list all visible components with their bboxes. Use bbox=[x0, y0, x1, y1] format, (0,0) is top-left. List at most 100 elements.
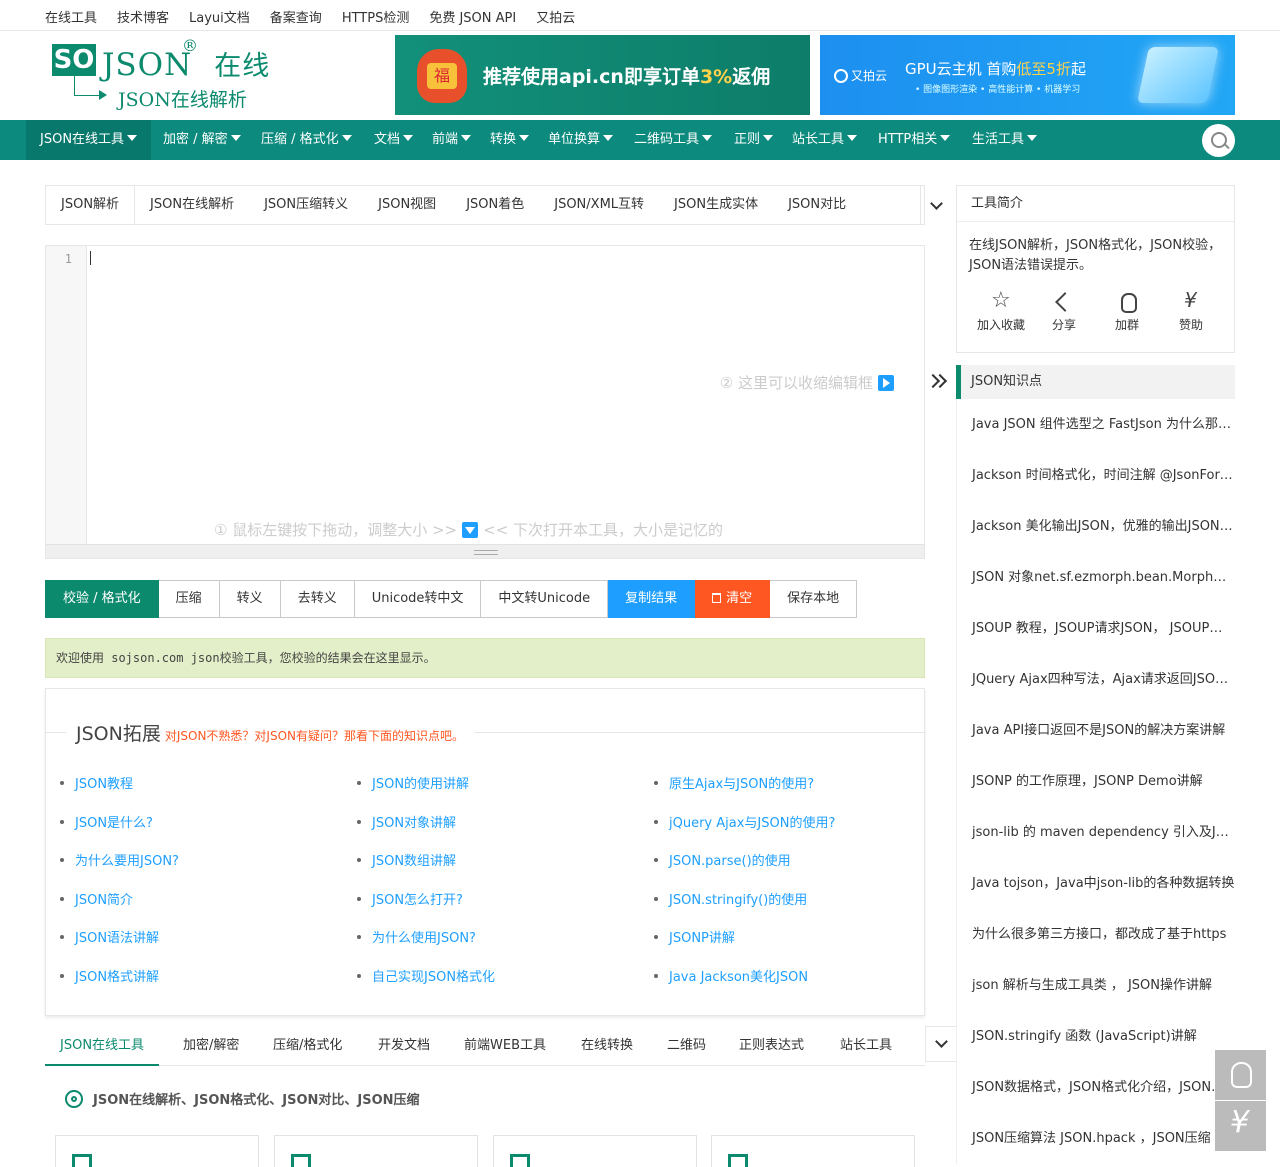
top-link-api[interactable]: 免费 JSON API bbox=[429, 7, 516, 26]
tool-card[interactable] bbox=[711, 1135, 915, 1167]
save-local-button[interactable]: 保存本地 bbox=[770, 580, 858, 618]
tab-json-compare[interactable]: JSON对比 bbox=[773, 186, 861, 224]
collapse-editor-button[interactable] bbox=[928, 373, 948, 391]
escape-button[interactable]: 转义 bbox=[219, 580, 281, 618]
cat-tab-qrcode[interactable]: 二维码 bbox=[667, 1026, 706, 1066]
list-item[interactable]: 为什么很多第三方接口，都改成了基于https bbox=[956, 909, 1235, 960]
list-item[interactable]: JSON怎么打开? bbox=[357, 889, 495, 928]
top-link-https[interactable]: HTTPS检测 bbox=[342, 7, 410, 26]
list-item[interactable]: JSON语法讲解 bbox=[60, 927, 179, 966]
list-item[interactable]: 为什么使用JSON? bbox=[357, 927, 495, 966]
join-group-button[interactable]: 加群 bbox=[1095, 292, 1159, 333]
top-link-layui[interactable]: Layui文档 bbox=[189, 7, 250, 26]
share-icon bbox=[1054, 292, 1074, 312]
list-item[interactable]: Jackson 时间格式化，时间注解 @JsonFormat 用法 bbox=[956, 450, 1235, 501]
list-item[interactable]: JSON简介 bbox=[60, 889, 179, 928]
list-item[interactable]: JSON是什么? bbox=[60, 812, 179, 851]
resize-handle[interactable] bbox=[46, 544, 924, 558]
list-item[interactable]: Java Jackson美化JSON bbox=[654, 966, 835, 1005]
list-item[interactable]: JSOUP 教程，JSOUP请求JSON， JSOUP获取JSON bbox=[956, 603, 1235, 654]
list-item[interactable]: JSON.stringify()的使用 bbox=[654, 889, 835, 928]
json-editor[interactable]: 1 ② 这里可以收缩编辑框 ① 鼠标左键按下拖动，调整大小 >> << 下次打开本… bbox=[45, 245, 925, 559]
copy-result-button[interactable]: 复制结果 bbox=[608, 580, 696, 618]
nav-convert[interactable]: 转换 bbox=[490, 120, 530, 160]
nav-http[interactable]: HTTP相关 bbox=[878, 120, 951, 160]
list-item[interactable]: JSON的使用讲解 bbox=[357, 773, 495, 812]
list-item[interactable]: 自己实现JSON格式化 bbox=[357, 966, 495, 1005]
nav-qrcode[interactable]: 二维码工具 bbox=[634, 120, 713, 160]
nav-encrypt[interactable]: 加密 / 解密 bbox=[163, 120, 241, 160]
nav-units[interactable]: 单位换算 bbox=[548, 120, 614, 160]
list-item[interactable]: 为什么要用JSON? bbox=[60, 850, 179, 889]
ad-banner-api[interactable]: 福 推荐使用api.cn即享订单3%返佣 bbox=[395, 35, 810, 115]
list-item[interactable]: JSON.parse()的使用 bbox=[654, 850, 835, 889]
nav-json-tools[interactable]: JSON在线工具 bbox=[26, 120, 152, 160]
cat-tab-webmaster[interactable]: 站长工具 bbox=[840, 1026, 892, 1066]
list-item[interactable]: JSON教程 bbox=[60, 773, 179, 812]
tab-json-xml[interactable]: JSON/XML互转 bbox=[539, 186, 659, 224]
tab-json-parse[interactable]: JSON解析 bbox=[46, 186, 136, 224]
float-sponsor-button[interactable] bbox=[1215, 1101, 1266, 1151]
tab-json-entity[interactable]: JSON生成实体 bbox=[659, 186, 773, 224]
top-link-blog[interactable]: 技术博客 bbox=[117, 7, 169, 26]
compress-button[interactable]: 压缩 bbox=[158, 580, 220, 618]
chinese-to-unicode-button[interactable]: 中文转Unicode bbox=[481, 580, 609, 618]
tabs-more-button[interactable] bbox=[920, 186, 952, 224]
list-item[interactable]: Java API接口返回不是JSON的解决方案讲解 bbox=[956, 705, 1235, 756]
list-item[interactable]: JSON对象讲解 bbox=[357, 812, 495, 851]
list-item[interactable]: JSONP讲解 bbox=[654, 927, 835, 966]
list-item[interactable]: Java JSON 组件选型之 FastJson 为什么那么快 bbox=[956, 399, 1235, 450]
cat-tab-regex[interactable]: 正则表达式 bbox=[739, 1026, 804, 1066]
list-item[interactable]: Java tojson，Java中json-lib的各种数据转换 bbox=[956, 858, 1235, 909]
knowledge-panel: JSON知识点 Java JSON 组件选型之 FastJson 为什么那么快 … bbox=[956, 365, 1235, 1164]
list-item[interactable]: JQuery Ajax四种写法，Ajax请求返回JSON数据 bbox=[956, 654, 1235, 705]
nav-webmaster[interactable]: 站长工具 bbox=[792, 120, 858, 160]
cat-tab-frontend[interactable]: 前端WEB工具 bbox=[464, 1026, 546, 1066]
cat-tab-convert[interactable]: 在线转换 bbox=[581, 1026, 633, 1066]
cat-tab-compress[interactable]: 压缩/格式化 bbox=[273, 1026, 342, 1066]
list-item[interactable]: JSONP 的工作原理，JSONP Demo讲解 bbox=[956, 756, 1235, 807]
tool-card[interactable] bbox=[55, 1135, 259, 1167]
list-item[interactable]: jQuery Ajax与JSON的使用? bbox=[654, 812, 835, 851]
nav-life[interactable]: 生活工具 bbox=[972, 120, 1038, 160]
nav-compress[interactable]: 压缩 / 格式化 bbox=[261, 120, 352, 160]
nav-regex[interactable]: 正则 bbox=[734, 120, 774, 160]
top-link-tools[interactable]: 在线工具 bbox=[45, 7, 97, 26]
cat-tab-encrypt[interactable]: 加密/解密 bbox=[183, 1026, 239, 1066]
list-item[interactable]: JSON 对象net.sf.ezmorph.bean.MorphDynaBean bbox=[956, 552, 1235, 603]
caret-down-icon bbox=[847, 135, 858, 141]
unicode-to-chinese-button[interactable]: Unicode转中文 bbox=[354, 580, 482, 618]
sponsor-button[interactable]: 赞助 bbox=[1159, 288, 1223, 333]
favorite-button[interactable]: 加入收藏 bbox=[969, 288, 1033, 333]
list-item[interactable]: JSON数据格式，JSON格式化介绍，JSON校验 bbox=[956, 1062, 1235, 1113]
float-qq-button[interactable] bbox=[1215, 1050, 1266, 1100]
list-item[interactable]: JSON格式讲解 bbox=[60, 966, 179, 1005]
search-icon[interactable] bbox=[1202, 124, 1235, 157]
tab-json-view[interactable]: JSON视图 bbox=[363, 186, 451, 224]
site-logo[interactable]: SO JSON 在线 ® JSON在线解析 bbox=[52, 36, 282, 114]
tool-card[interactable] bbox=[493, 1135, 697, 1167]
list-item[interactable]: json 解析与生成工具类 ， JSON操作讲解 bbox=[956, 960, 1235, 1011]
list-item[interactable]: JSON.stringify 函数 (JavaScript)讲解 bbox=[956, 1011, 1235, 1062]
list-item[interactable]: JSON数组讲解 bbox=[357, 850, 495, 889]
ad-banner-upyun[interactable]: 又拍云 GPU云主机 首购低至5折起 • 图像图形渲染 • 高性能计算 • 机器… bbox=[820, 35, 1235, 115]
category-more-button[interactable] bbox=[925, 1026, 957, 1062]
list-item[interactable]: Jackson 美化输出JSON，优雅的输出JSON数据 bbox=[956, 501, 1235, 552]
tab-json-color[interactable]: JSON着色 bbox=[451, 186, 539, 224]
tool-card[interactable] bbox=[274, 1135, 478, 1167]
top-link-upyun[interactable]: 又拍云 bbox=[536, 7, 575, 26]
cat-tab-json-tools[interactable]: JSON在线工具 bbox=[45, 1026, 160, 1066]
list-item[interactable]: json-lib 的 maven dependency 引入及Jar包下载 bbox=[956, 807, 1235, 858]
unescape-button[interactable]: 去转义 bbox=[280, 580, 355, 618]
clear-button[interactable]: 清空 bbox=[695, 580, 771, 618]
tab-json-compress-escape[interactable]: JSON压缩转义 bbox=[249, 186, 363, 224]
nav-frontend[interactable]: 前端 bbox=[432, 120, 472, 160]
share-button[interactable]: 分享 bbox=[1032, 292, 1096, 333]
nav-docs[interactable]: 文档 bbox=[374, 120, 414, 160]
tab-json-online-parse[interactable]: JSON在线解析 bbox=[135, 186, 249, 224]
validate-format-button[interactable]: 校验 / 格式化 bbox=[45, 580, 159, 618]
list-item[interactable]: 原生Ajax与JSON的使用? bbox=[654, 773, 835, 812]
list-item[interactable]: JSON压缩算法 JSON.hpack ，JSON压缩 bbox=[956, 1113, 1235, 1164]
top-link-icp[interactable]: 备案查询 bbox=[270, 7, 322, 26]
cat-tab-docs[interactable]: 开发文档 bbox=[378, 1026, 430, 1066]
